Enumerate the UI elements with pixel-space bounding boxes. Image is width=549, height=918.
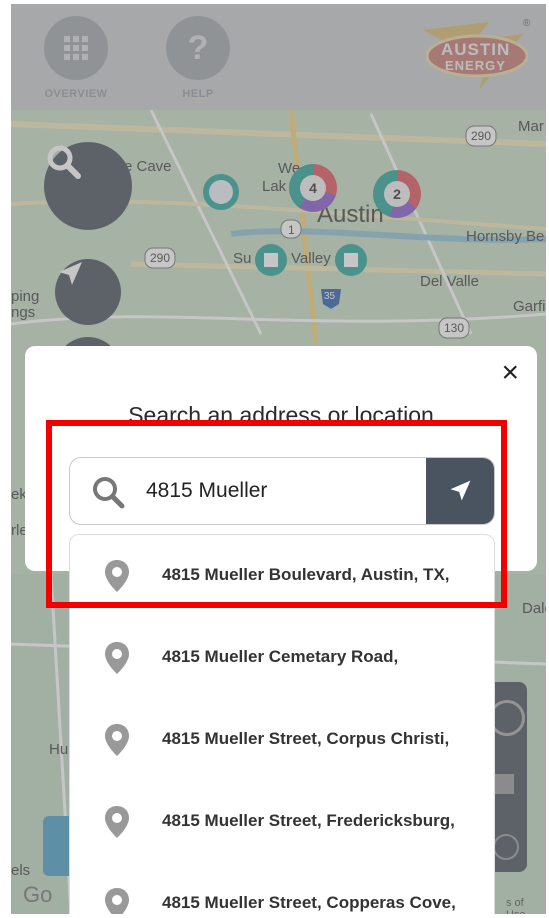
location-pin-icon	[105, 724, 129, 756]
location-pin-icon	[105, 806, 129, 838]
location-pin-icon	[105, 888, 129, 914]
highlight-annotation-box	[46, 420, 507, 608]
location-pin-icon	[105, 642, 129, 674]
search-result-item[interactable]: 4815 Mueller Street, Copperas Cove,	[70, 863, 494, 914]
search-result-item[interactable]: 4815 Mueller Street, Corpus Christi,	[70, 699, 494, 781]
search-result-label: 4815 Mueller Street, Corpus Christi,	[162, 729, 450, 748]
app-screen: e Cave We Lak Austin Hornsby Be Su Valle…	[11, 4, 546, 914]
search-result-label: 4815 Mueller Cemetary Road,	[162, 647, 399, 666]
app-frame: e Cave We Lak Austin Hornsby Be Su Valle…	[0, 0, 549, 918]
search-result-item[interactable]: 4815 Mueller Cemetary Road,	[70, 617, 494, 699]
search-result-label: 4815 Mueller Street, Copperas Cove,	[162, 893, 456, 912]
search-result-label: 4815 Mueller Street, Fredericksburg,	[162, 811, 455, 830]
search-result-item[interactable]: 4815 Mueller Street, Fredericksburg,	[70, 781, 494, 863]
close-icon[interactable]: ×	[501, 358, 519, 388]
